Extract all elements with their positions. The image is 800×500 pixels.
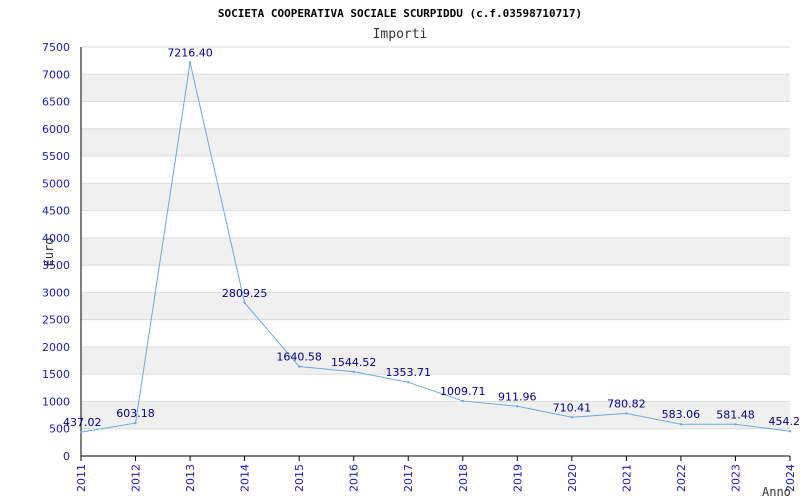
grid-band xyxy=(81,346,790,375)
data-label: 7216.40 xyxy=(167,46,213,59)
y-tick-label: 5500 xyxy=(42,150,70,163)
y-tick-label: 0 xyxy=(63,450,70,463)
x-tick-label: 2018 xyxy=(457,464,470,492)
x-tick-label: 2017 xyxy=(402,464,415,492)
data-point xyxy=(352,370,355,373)
y-axis-label: Euro xyxy=(42,238,56,267)
grid-band xyxy=(81,128,790,157)
x-tick-label: 2019 xyxy=(511,464,524,492)
x-tick-label: 2015 xyxy=(293,464,306,492)
x-tick-label: 2020 xyxy=(566,464,579,492)
data-label: 1544.52 xyxy=(331,356,377,369)
data-point xyxy=(461,399,464,403)
data-label: 1009.71 xyxy=(440,385,486,398)
y-tick-label: 2000 xyxy=(42,341,70,354)
data-label: 2809.25 xyxy=(222,287,268,300)
data-label: 1353.71 xyxy=(385,366,431,379)
x-tick-label: 2014 xyxy=(239,464,252,492)
data-label: 581.48 xyxy=(716,408,755,421)
y-tick-label: 1500 xyxy=(42,368,70,381)
data-point xyxy=(134,421,137,425)
x-tick-label: 2021 xyxy=(620,464,633,492)
data-point xyxy=(188,61,192,64)
data-point xyxy=(243,301,246,305)
x-tick-labels: 2011 2012 2013 2014 2015 2016 2017 2018 2019 2020… xyxy=(75,464,797,492)
y-tick-label: 5000 xyxy=(42,177,70,190)
grid-band xyxy=(81,183,790,211)
data-label: 437.02 xyxy=(63,416,102,429)
data-point xyxy=(516,405,519,408)
grid-bands xyxy=(81,74,790,429)
data-point xyxy=(788,430,792,433)
data-point xyxy=(570,416,574,419)
data-point xyxy=(679,423,683,426)
data-point xyxy=(79,430,83,434)
y-tick-label: 6500 xyxy=(42,96,70,109)
y-tick-label: 7000 xyxy=(42,68,70,81)
grid-band xyxy=(81,292,790,320)
grid-band xyxy=(81,237,790,266)
chart-title: SOCIETA COOPERATIVA SOCIALE SCURPIDDU (c… xyxy=(218,7,582,20)
x-tick-label: 2023 xyxy=(729,464,742,492)
x-tick-label: 2012 xyxy=(130,464,143,492)
data-label: 454.2 xyxy=(769,415,800,428)
data-point xyxy=(407,380,410,384)
data-label: 583.06 xyxy=(662,408,701,421)
y-tick-label: 4500 xyxy=(42,205,70,218)
data-label: 710.41 xyxy=(553,401,592,414)
chart-subtitle: Importi xyxy=(373,27,428,42)
data-point xyxy=(734,423,737,426)
y-tick-label: 3000 xyxy=(42,286,70,299)
line-chart: 0500100015002000250030003500400045005000… xyxy=(42,7,800,499)
x-axis-label: Anno xyxy=(762,485,791,499)
data-label: 603.18 xyxy=(116,407,155,420)
x-tick-label: 2022 xyxy=(675,464,688,492)
y-tick-label: 1000 xyxy=(42,395,70,408)
data-point xyxy=(297,365,301,368)
x-tick-label: 2013 xyxy=(184,464,197,492)
y-tick-label: 2500 xyxy=(42,314,70,327)
x-tick-label: 2016 xyxy=(348,464,361,492)
x-tick-label: 2011 xyxy=(75,464,88,492)
data-point xyxy=(625,412,628,415)
data-label: 1640.58 xyxy=(276,351,322,364)
data-label: 911.96 xyxy=(498,390,537,403)
data-label: 780.82 xyxy=(607,397,646,410)
y-tick-label: 7500 xyxy=(42,41,70,54)
y-tick-label: 6000 xyxy=(42,123,70,136)
